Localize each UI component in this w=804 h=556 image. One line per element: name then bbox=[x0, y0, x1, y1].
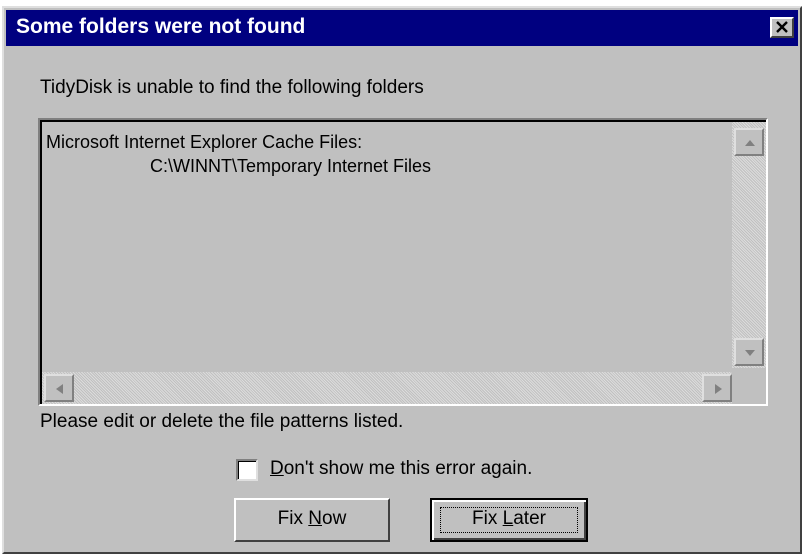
close-button[interactable] bbox=[770, 17, 794, 38]
folder-listbox[interactable]: Microsoft Internet Explorer Cache Files:… bbox=[38, 118, 768, 406]
fix-later-button[interactable]: Fix Later bbox=[430, 498, 588, 542]
focus-indicator bbox=[440, 507, 578, 533]
arrow-left-icon bbox=[56, 384, 63, 394]
vertical-scrollbar[interactable] bbox=[732, 122, 766, 370]
scroll-left-button[interactable] bbox=[44, 374, 74, 402]
arrow-right-icon bbox=[715, 384, 722, 394]
arrow-up-icon bbox=[745, 140, 755, 146]
instruction-text: Please edit or delete the file patterns … bbox=[40, 411, 404, 432]
arrow-down-icon bbox=[745, 350, 755, 356]
accelerator-key: N bbox=[308, 508, 323, 529]
listbox-content: Microsoft Internet Explorer Cache Files:… bbox=[40, 120, 766, 404]
accelerator-key: D bbox=[270, 458, 284, 479]
dialog-window: Some folders were not found TidyDisk is … bbox=[2, 6, 802, 554]
scroll-right-button[interactable] bbox=[702, 374, 732, 402]
dont-show-again-label[interactable]: Don't show me this error again. bbox=[270, 458, 532, 480]
close-icon bbox=[776, 21, 788, 33]
list-item[interactable]: C:\WINNT\Temporary Internet Files bbox=[150, 156, 431, 177]
fix-now-button[interactable]: Fix Now bbox=[234, 498, 390, 542]
title-bar[interactable]: Some folders were not found bbox=[6, 10, 798, 46]
scrollbar-corner bbox=[732, 368, 766, 404]
scroll-up-button[interactable] bbox=[734, 128, 764, 156]
button-label: Fix bbox=[277, 508, 309, 529]
dont-show-again-checkbox[interactable] bbox=[236, 459, 258, 481]
button-label: ow bbox=[322, 508, 347, 529]
horizontal-scrollbar[interactable] bbox=[42, 372, 734, 404]
checkbox-label-text: on't show me this error again. bbox=[283, 458, 533, 479]
list-item[interactable]: Microsoft Internet Explorer Cache Files: bbox=[46, 132, 362, 153]
scroll-down-button[interactable] bbox=[734, 338, 764, 366]
message-text: TidyDisk is unable to find the following… bbox=[40, 77, 424, 98]
dialog-title: Some folders were not found bbox=[16, 15, 306, 38]
